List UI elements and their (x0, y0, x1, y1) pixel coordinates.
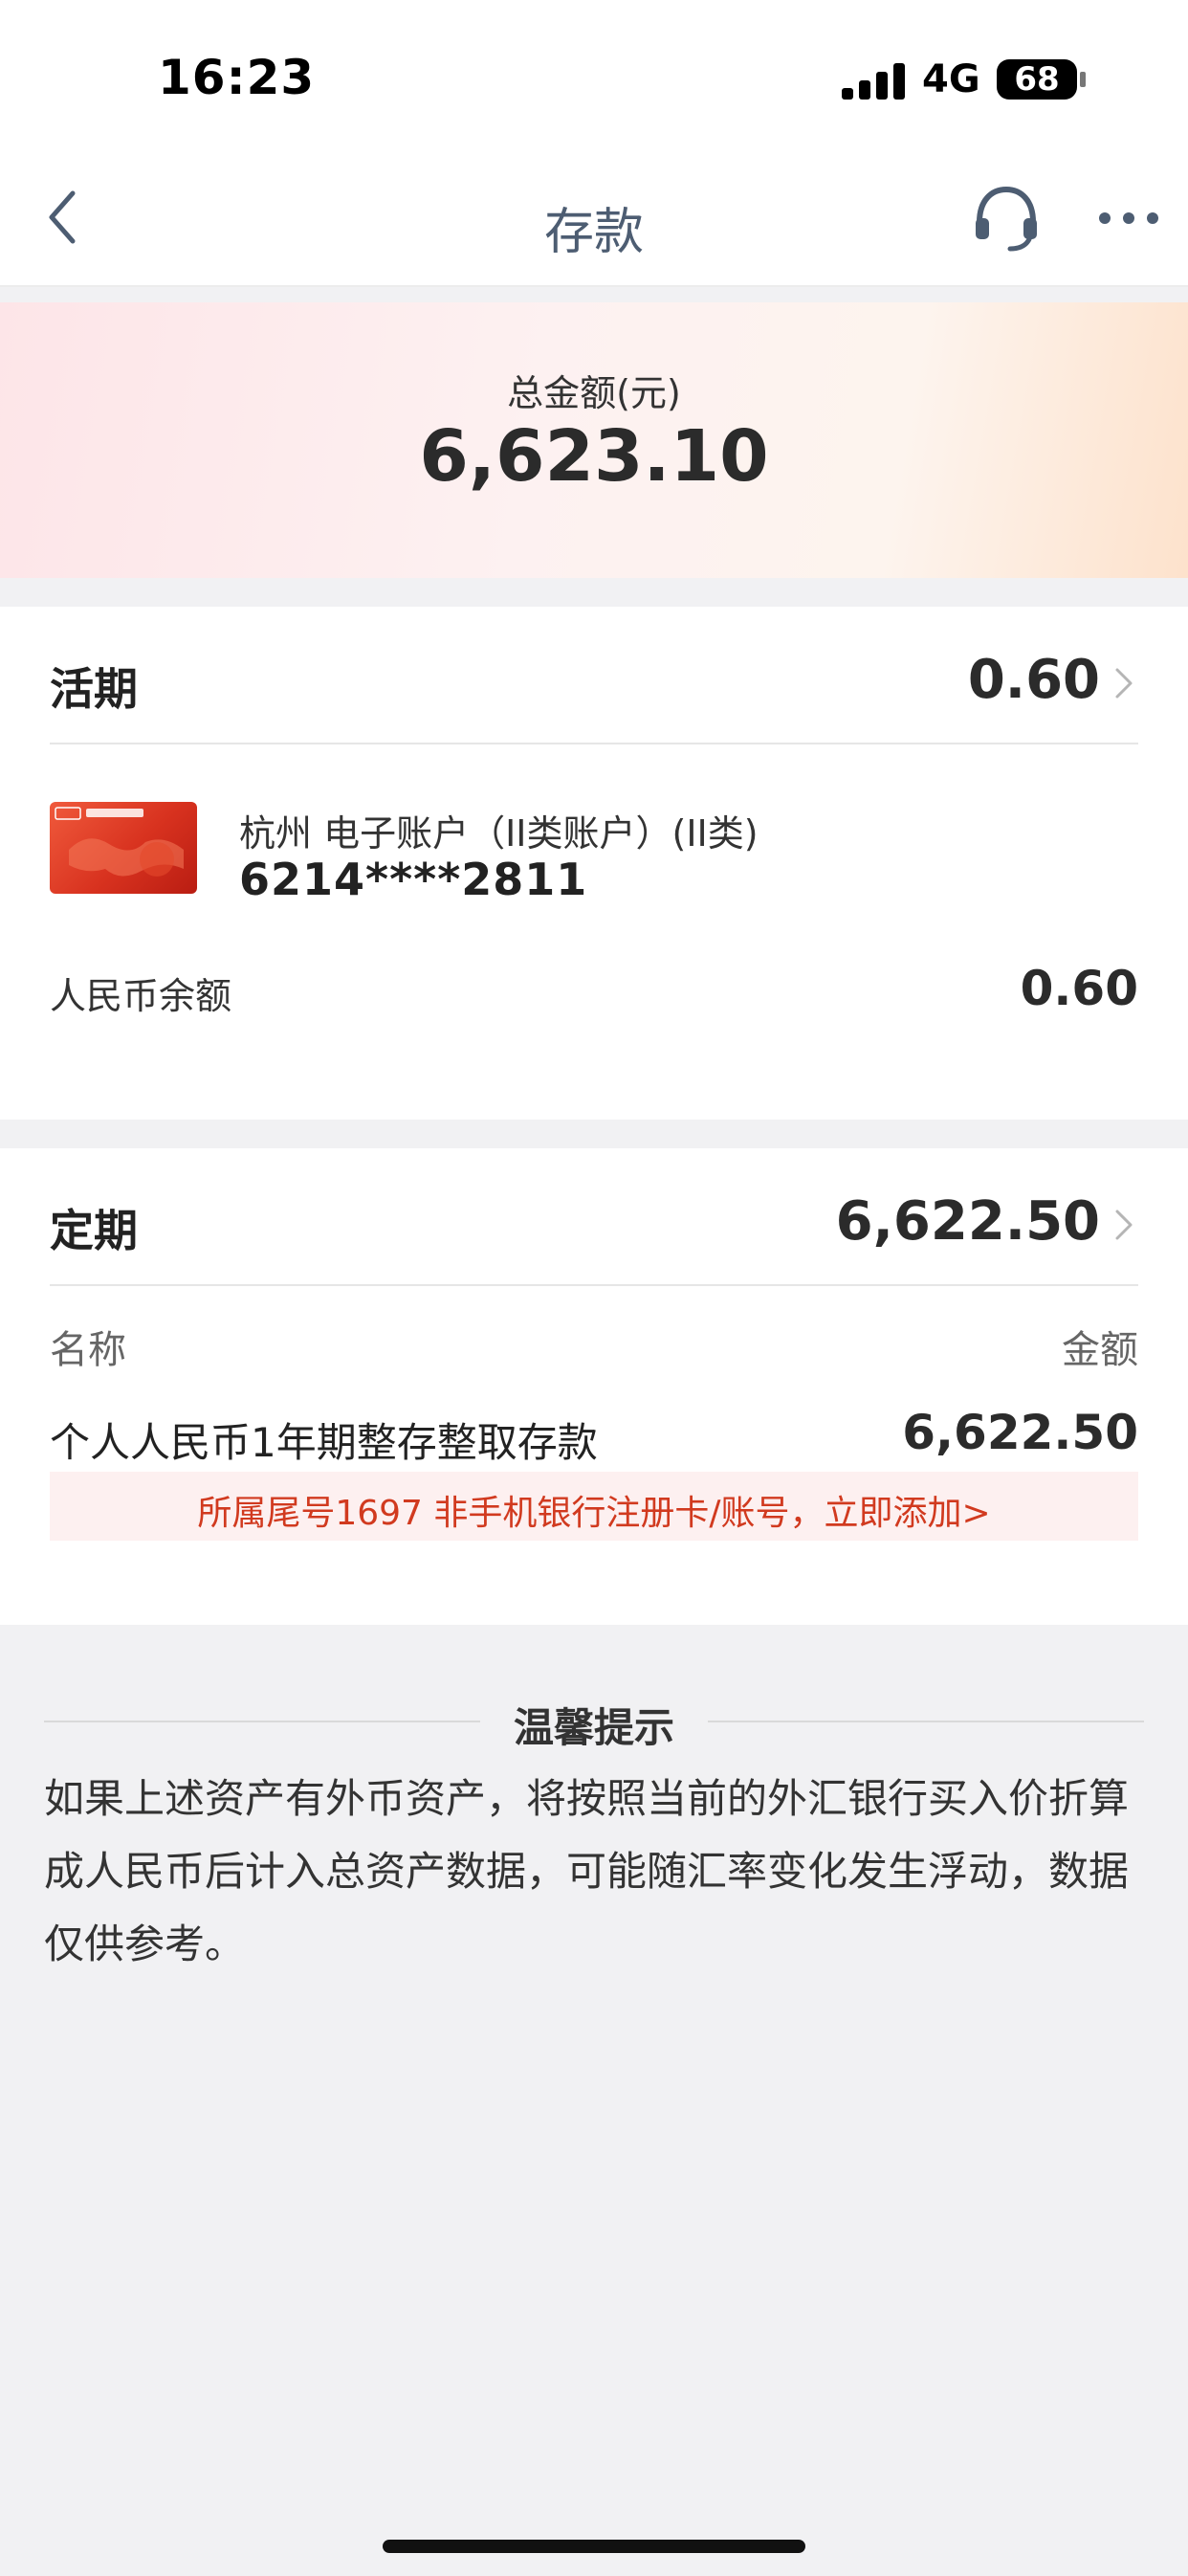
tips-section: 温馨提示 如果上述资产有外币资产，将按照当前的外汇银行买入价折算成人民币后计入总… (0, 1627, 1188, 2488)
divider (708, 1721, 1144, 1722)
status-bar: 16:23 4G 68 (0, 0, 1188, 153)
tips-body: 如果上述资产有外币资产，将按照当前的外汇银行买入价折算成人民币后计入总资产数据，… (44, 1775, 1130, 1967)
rmb-balance-value: 0.60 (1020, 961, 1138, 1016)
headset-icon (976, 186, 1037, 252)
account-number: 6214****2811 (239, 854, 588, 905)
total-amount-banner: 总金额(元) 6,623.10 (0, 302, 1188, 578)
home-indicator[interactable] (383, 2540, 805, 2553)
deposit-product-name: 个人人民币1年期整存整取存款 (50, 1419, 598, 1466)
rmb-balance-label: 人民币余额 (50, 975, 232, 1017)
divider (50, 1284, 1138, 1286)
customer-service-button[interactable] (968, 178, 1045, 255)
fixed-deposit-card: 定期 6,622.50 名称 金额 个人人民币1年期整存整取存款 6,622.5… (0, 1148, 1188, 1625)
divider (50, 743, 1138, 744)
deposit-page: 16:23 4G 68 存款 总金额(元) 6,623.10 活期 0.60 杭… (0, 0, 1188, 2576)
divider (44, 1721, 480, 1722)
battery-icon: 68 (997, 59, 1077, 100)
add-account-notice-text: 所属尾号1697 非手机银行注册卡/账号，立即添加> (197, 1494, 991, 1533)
total-amount-value: 6,623.10 (419, 415, 769, 498)
add-account-notice[interactable]: 所属尾号1697 非手机银行注册卡/账号，立即添加> (50, 1472, 1138, 1541)
chevron-right-icon (1115, 1210, 1133, 1240)
more-button[interactable] (1095, 199, 1162, 237)
current-deposit-card: 活期 0.60 杭州 电子账户（II类账户）(II类) 6214****2811… (0, 607, 1188, 1120)
account-name: 杭州 电子账户（II类账户）(II类) (239, 812, 759, 855)
battery-cap (1080, 72, 1086, 87)
ellipsis-icon (1099, 212, 1158, 224)
column-header-amount: 金额 (1062, 1328, 1138, 1372)
nav-bar: 存款 (0, 153, 1188, 287)
tips-title: 温馨提示 (513, 1704, 674, 1751)
network-type: 4G (922, 57, 980, 101)
icbc-card-icon (50, 802, 197, 894)
total-amount-label: 总金额(元) (507, 372, 681, 414)
signal-strength-icon (842, 61, 909, 100)
deposit-product-amount: 6,622.50 (902, 1405, 1138, 1460)
current-deposit-title: 活期 (50, 663, 138, 715)
chevron-right-icon (1115, 668, 1133, 699)
fixed-deposit-amount: 6,622.50 (835, 1190, 1100, 1253)
status-time: 16:23 (158, 50, 316, 105)
column-header-name: 名称 (50, 1328, 126, 1372)
fixed-deposit-title: 定期 (50, 1205, 138, 1256)
current-deposit-amount: 0.60 (967, 649, 1100, 711)
